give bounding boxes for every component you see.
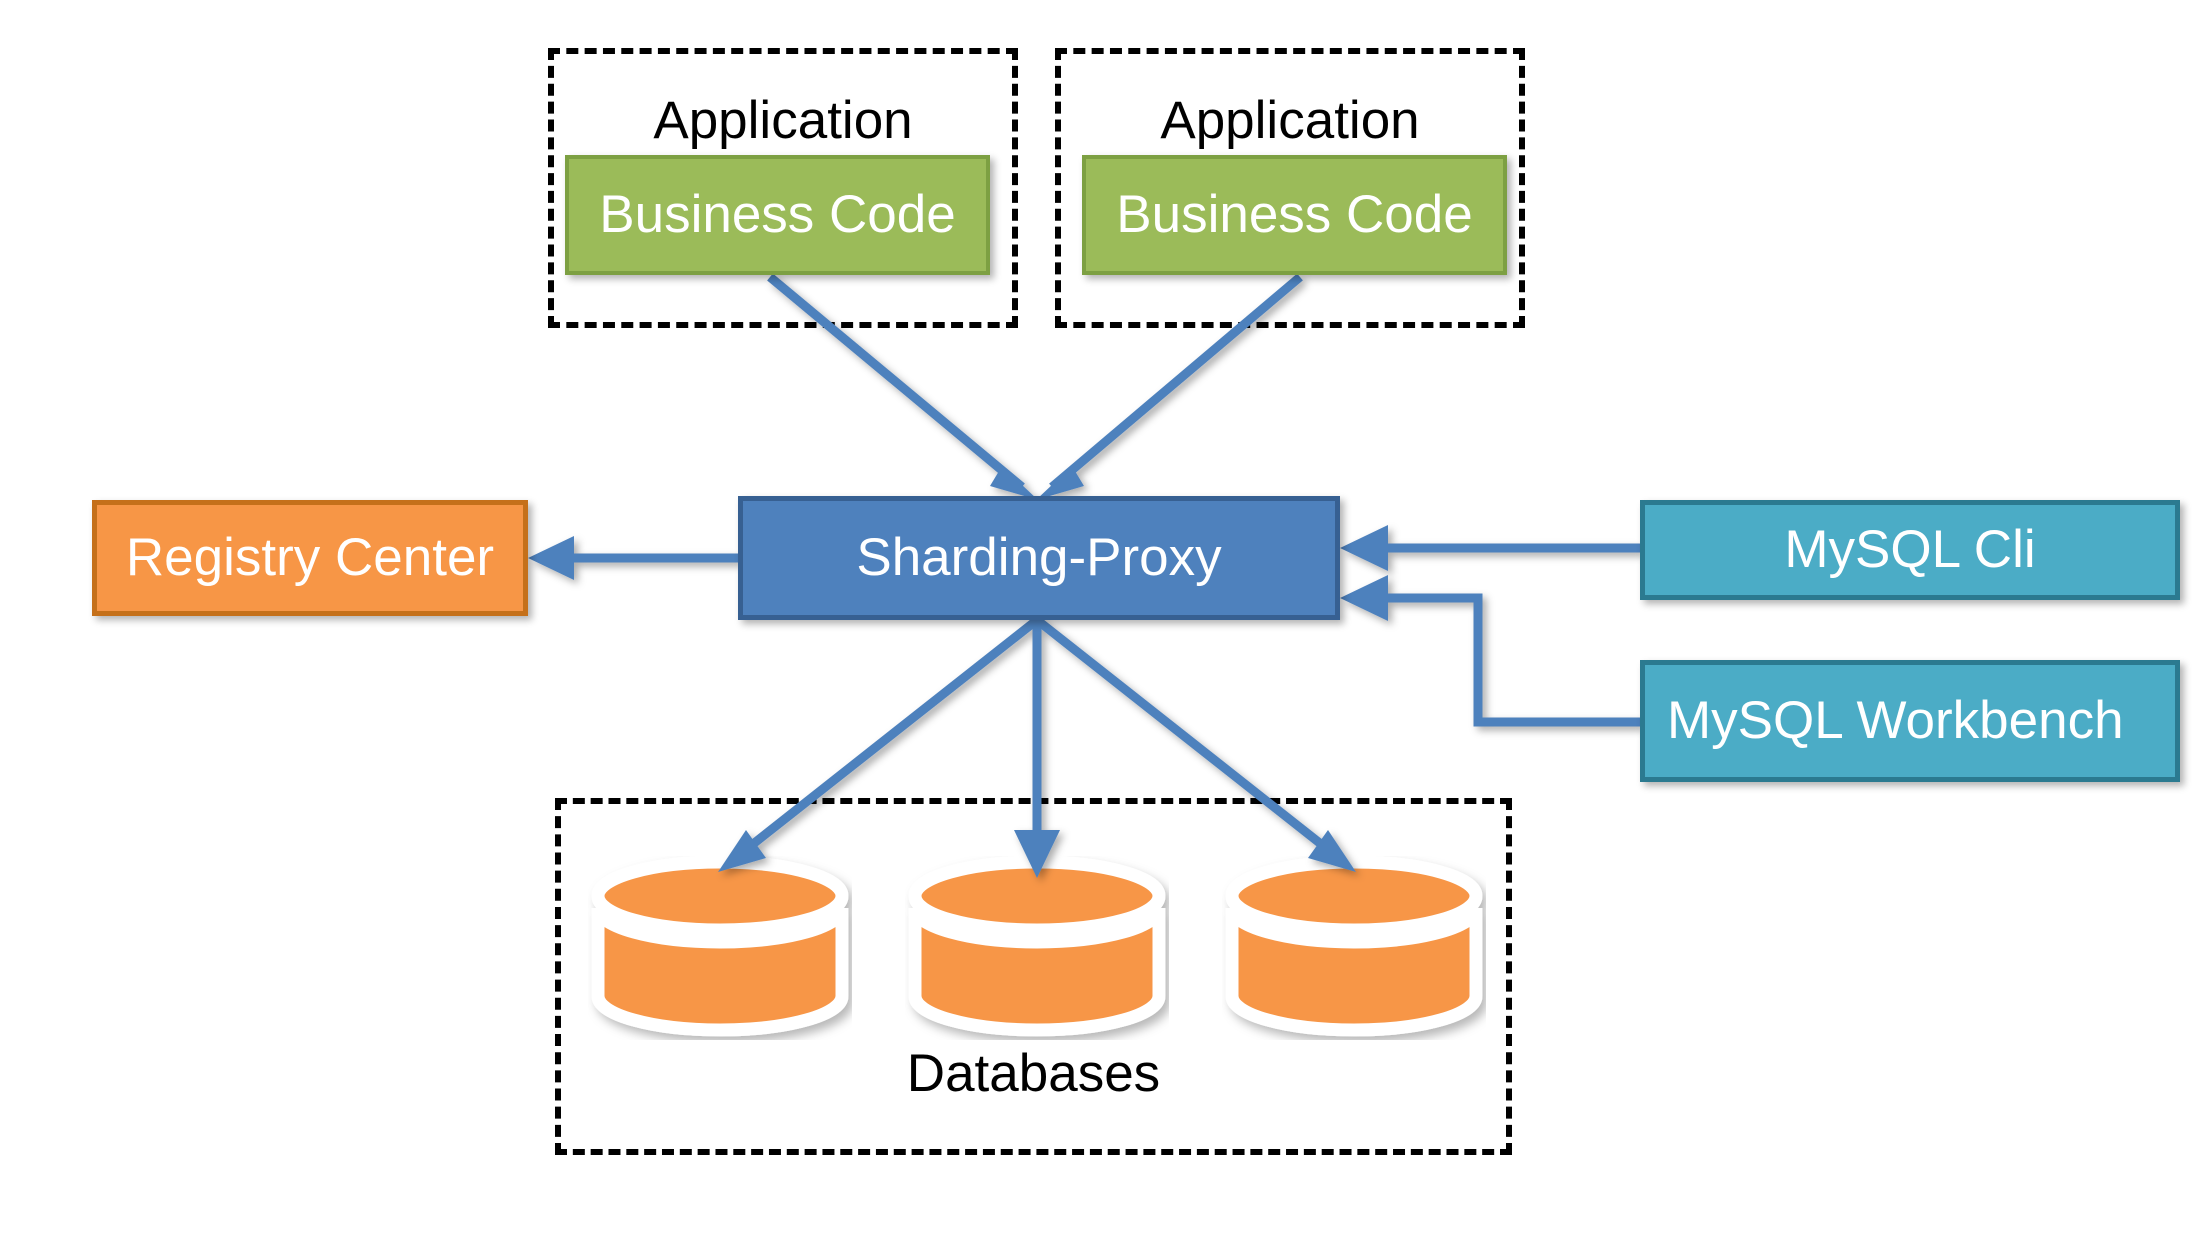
business-code-box-right[interactable]: Business Code bbox=[1082, 155, 1507, 275]
connector-proxy-to-database-2 bbox=[1014, 620, 1060, 878]
registry-center-label: Registry Center bbox=[125, 527, 495, 587]
sharding-proxy-label: Sharding-Proxy bbox=[856, 527, 1222, 587]
diagram-canvas: Application Business Code Application Bu… bbox=[0, 0, 2206, 1242]
connector-bizcode-right-to-proxy bbox=[1036, 273, 1303, 500]
business-code-label-left: Business Code bbox=[599, 184, 956, 244]
mysql-cli-box[interactable]: MySQL Cli bbox=[1640, 500, 2180, 600]
business-code-box-left[interactable]: Business Code bbox=[565, 155, 990, 275]
business-code-label-right: Business Code bbox=[1116, 184, 1473, 244]
registry-center-box[interactable]: Registry Center bbox=[92, 500, 528, 616]
connector-mysqlcli-to-proxy bbox=[1340, 525, 1640, 571]
connector-proxy-to-database-1 bbox=[718, 616, 1040, 872]
connector-proxy-to-database-3 bbox=[1034, 616, 1356, 872]
connector-mysqlworkbench-to-proxy bbox=[1340, 575, 1640, 727]
sharding-proxy-box[interactable]: Sharding-Proxy bbox=[738, 496, 1340, 620]
mysql-cli-label: MySQL Cli bbox=[1784, 519, 2036, 579]
connector-proxy-to-registry bbox=[528, 536, 738, 580]
mysql-workbench-label: MySQL Workbench bbox=[1667, 690, 2124, 750]
mysql-workbench-box[interactable]: MySQL Workbench bbox=[1640, 660, 2180, 782]
connector-bizcode-left-to-proxy bbox=[767, 273, 1038, 500]
